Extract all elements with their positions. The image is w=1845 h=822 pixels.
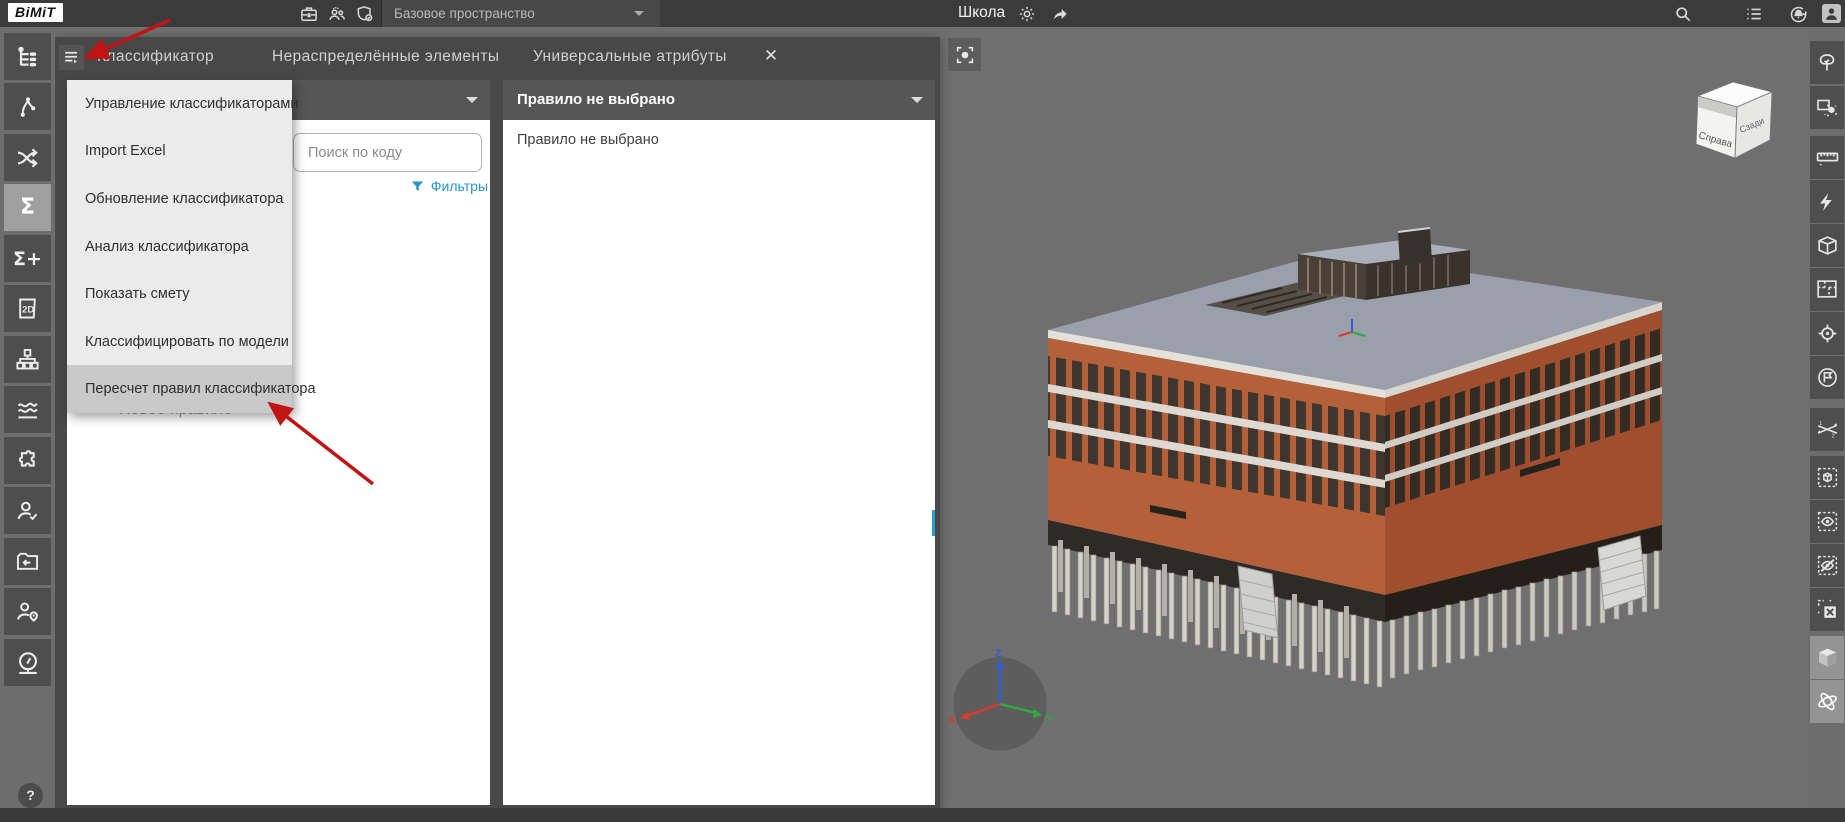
rule-panel: Правило не выбрано Правило не выбрано — [503, 80, 935, 805]
top-bar: BiMiT Базовое пространство Школа — [0, 0, 1845, 27]
search-icon[interactable] — [1673, 4, 1693, 24]
help-button[interactable]: ? — [18, 783, 43, 808]
isolate-selection-icon[interactable] — [1810, 456, 1844, 499]
axis-y-label: Y — [1046, 713, 1054, 725]
orbit-icon[interactable] — [1810, 680, 1844, 723]
tab-universal-attributes[interactable]: Универсальные атрибуты — [533, 37, 727, 76]
svg-text:2: 2 — [1831, 433, 1834, 439]
filters-label: Фильтры — [430, 178, 488, 194]
menu-item-update-classifier[interactable]: Обновление классификатора — [67, 175, 292, 223]
rule-dropdown-header[interactable]: Правило не выбрано — [503, 80, 935, 120]
user-location-icon[interactable] — [4, 588, 51, 635]
sigma-plus-icon[interactable]: Σ+ — [4, 235, 51, 282]
user-check-icon[interactable] — [4, 487, 51, 534]
flag-icon[interactable] — [1810, 356, 1844, 399]
filter-funnel-icon — [411, 181, 424, 191]
search-input[interactable] — [293, 133, 482, 172]
axis-z-label: Z — [995, 648, 1002, 660]
classifier-tabbar: Классификатор Нераспределённые элементы … — [55, 37, 940, 76]
user-badge-icon[interactable] — [1822, 4, 1841, 23]
branch-icon[interactable] — [4, 83, 51, 130]
svg-text:2D: 2D — [22, 304, 34, 315]
org-chart-icon[interactable] — [4, 336, 51, 383]
viewport-toolbar: 12 — [1809, 27, 1845, 822]
locate-icon[interactable] — [1810, 312, 1844, 355]
menu-item-analyze-classifier[interactable]: Анализ классификатора — [67, 223, 292, 271]
menu-item-recalculate-rules[interactable]: Пересчет правил классификатора — [67, 365, 316, 414]
close-icon[interactable]: ✕ — [758, 43, 784, 69]
tree-icon[interactable] — [1810, 41, 1844, 84]
building-model — [1048, 227, 1662, 688]
rule-empty-text: Правило не выбрано — [517, 132, 659, 148]
app-root: Справа Сзади Z X Y BiMiT Базовое простра… — [0, 0, 1845, 822]
fit-view-button[interactable] — [948, 38, 981, 71]
flash-icon[interactable] — [1810, 180, 1844, 223]
gear-icon[interactable] — [1017, 4, 1037, 24]
chevron-down-icon — [911, 97, 923, 109]
hide-selection-icon[interactable] — [1810, 544, 1844, 587]
briefcase-icon[interactable] — [299, 4, 319, 24]
box-3d-icon[interactable] — [1810, 224, 1844, 267]
rule-header-label: Правило не выбрано — [517, 91, 675, 108]
project-title: Школа — [958, 4, 1006, 21]
ruler-icon[interactable] — [1810, 136, 1844, 179]
workspace-selector[interactable]: Базовое пространство — [382, 0, 660, 27]
left-toolbar: Σ Σ+ 2D ? — [0, 27, 55, 822]
axis-x-label: X — [948, 714, 956, 726]
chevron-down-icon — [634, 11, 644, 21]
chevron-down-icon — [466, 97, 478, 109]
menu-item-classify-by-model[interactable]: Классифицировать по модели — [67, 318, 292, 366]
classifier-menu: Управление классификаторами Import Excel… — [67, 80, 316, 414]
status-bar — [0, 808, 1845, 822]
share-icon[interactable] — [1050, 4, 1070, 24]
workspace-label: Базовое пространство — [394, 6, 535, 21]
clear-selection-icon[interactable] — [1810, 588, 1844, 631]
menu-item-import-excel[interactable]: Import Excel — [67, 128, 292, 176]
section-planes-icon[interactable]: 12 — [1810, 408, 1844, 451]
tab-classifier[interactable]: Классификатор — [97, 37, 214, 76]
show-selection-icon[interactable] — [1810, 500, 1844, 543]
menu-item-manage-classifiers[interactable]: Управление классификаторами — [67, 80, 298, 128]
select-region-icon[interactable] — [1810, 86, 1844, 129]
sync-notifications-icon[interactable] — [1788, 4, 1808, 24]
menu-button[interactable] — [59, 45, 84, 70]
axis-gizmo[interactable]: Z X Y — [948, 648, 1054, 752]
svg-text:1: 1 — [1819, 421, 1822, 427]
shield-icon[interactable] — [355, 4, 375, 24]
gauge-icon[interactable] — [4, 639, 51, 686]
tab-unassigned-elements[interactable]: Нераспределённые элементы — [272, 37, 499, 76]
plugin-icon[interactable] — [4, 437, 51, 484]
solid-view-icon[interactable] — [1810, 636, 1844, 679]
sigma-icon[interactable]: Σ — [4, 184, 51, 231]
app-logo: BiMiT — [8, 3, 63, 22]
trends-icon[interactable] — [4, 386, 51, 433]
list-icon[interactable] — [1744, 4, 1764, 24]
floorplan-icon[interactable] — [1810, 268, 1844, 311]
model-tree-icon[interactable] — [4, 33, 51, 80]
folder-export-icon[interactable] — [4, 538, 51, 585]
shuffle-icon[interactable] — [4, 134, 51, 181]
rule-panel-body: Правило не выбрано — [503, 120, 935, 805]
nav-cube[interactable]: Справа Сзади — [1695, 81, 1774, 159]
filters-link[interactable]: Фильтры — [410, 178, 488, 194]
team-icon[interactable] — [327, 4, 347, 24]
menu-item-show-estimate[interactable]: Показать смету — [67, 270, 292, 318]
scrollbar-indicator[interactable] — [932, 510, 935, 536]
2d-view-icon[interactable]: 2D — [4, 285, 51, 332]
